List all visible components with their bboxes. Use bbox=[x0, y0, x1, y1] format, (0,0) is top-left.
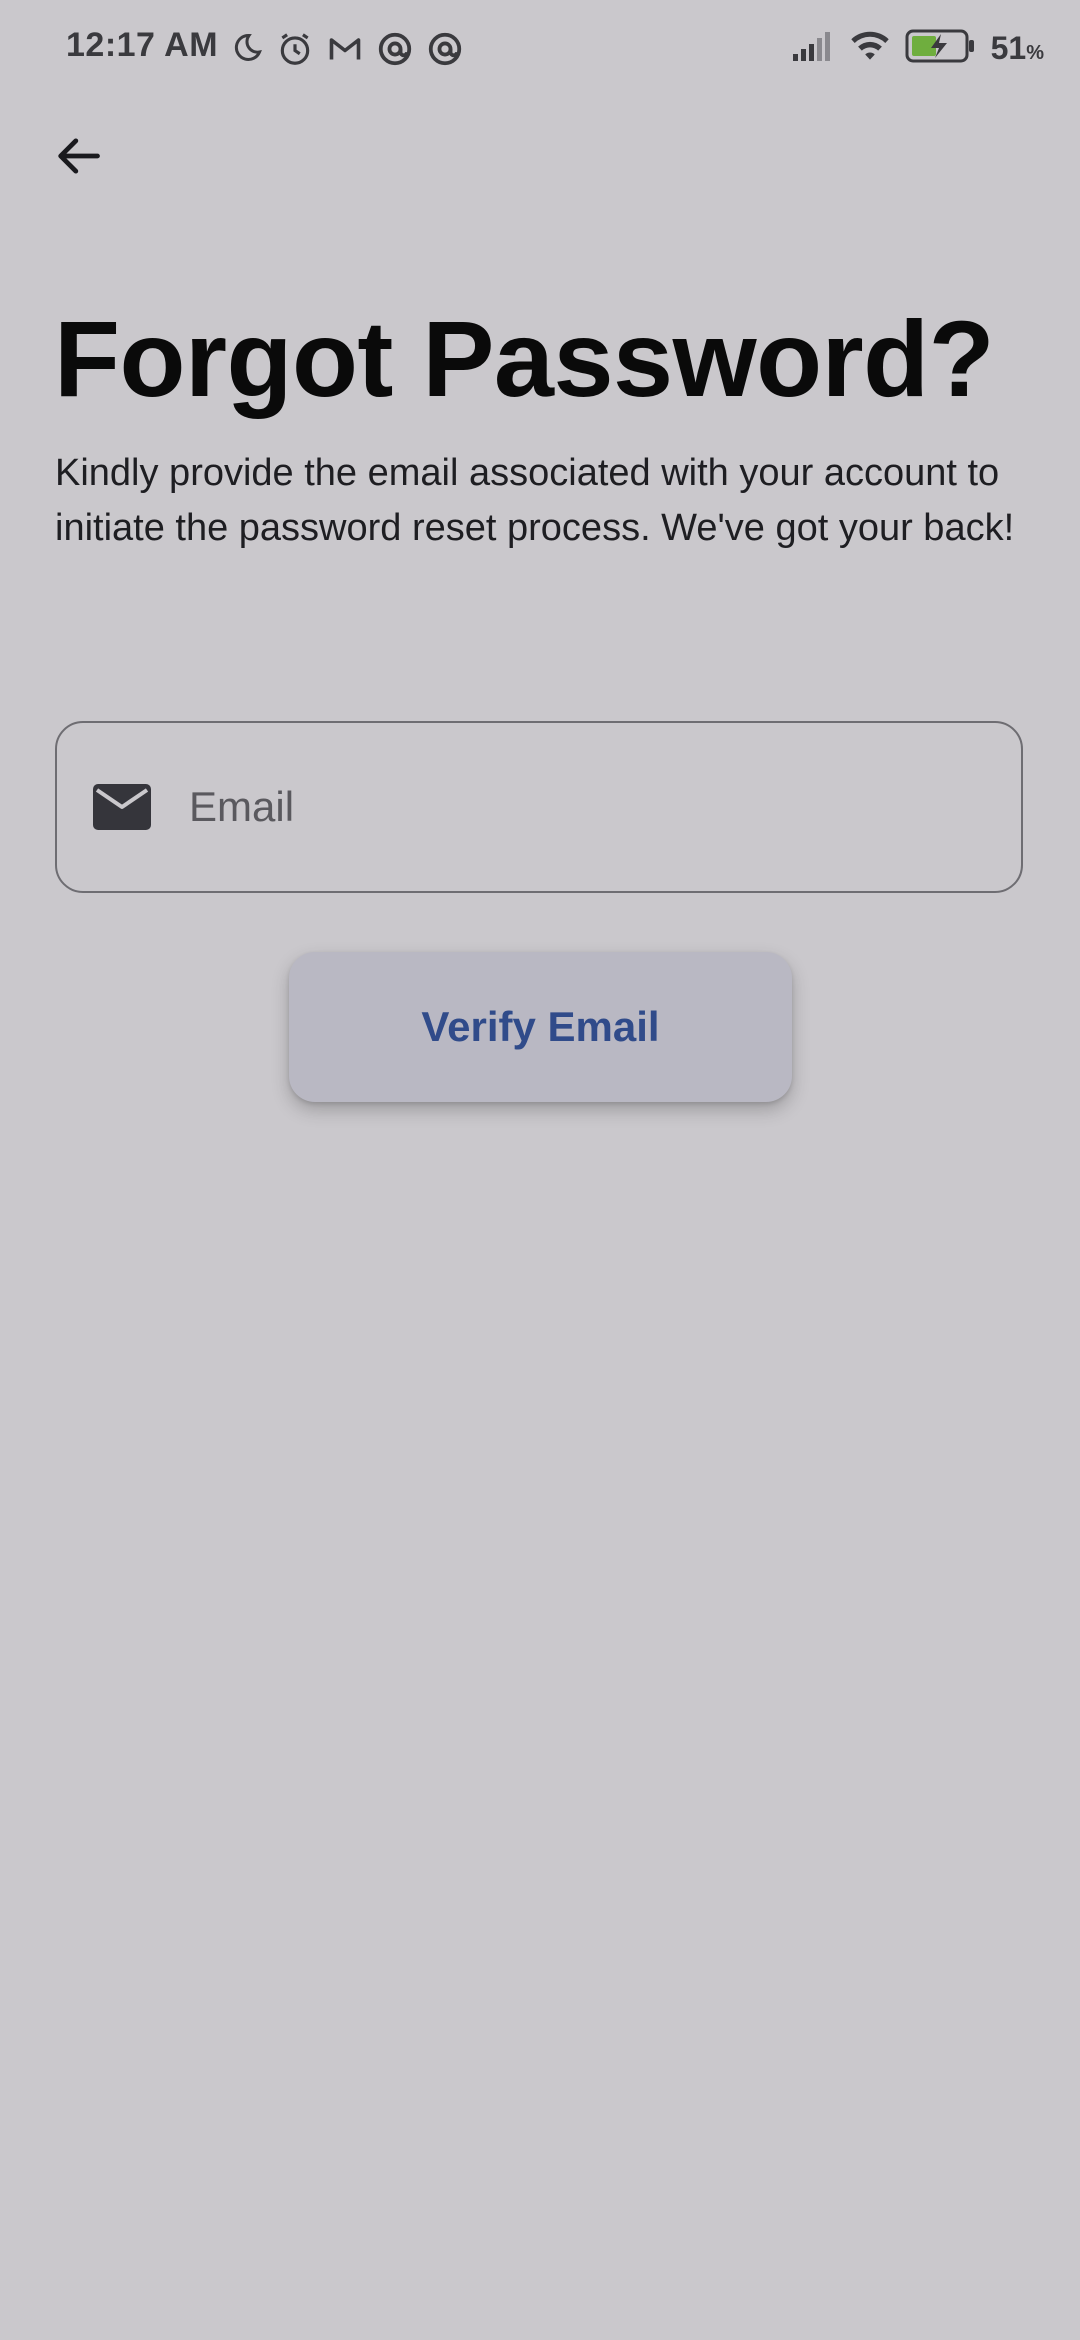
gmail-icon bbox=[326, 31, 364, 67]
battery-charging-icon bbox=[905, 28, 977, 69]
status-bar: 12:17 AM 51% bbox=[0, 0, 1080, 100]
wifi-icon bbox=[849, 29, 891, 68]
status-time: 12:17 AM bbox=[66, 26, 219, 64]
moon-icon bbox=[228, 31, 264, 67]
system-icons: 51% bbox=[791, 28, 1044, 69]
signal-icon bbox=[791, 30, 835, 67]
email-field[interactable] bbox=[55, 721, 1023, 893]
at-sign-icon bbox=[376, 30, 414, 68]
at-sign-icon bbox=[426, 30, 464, 68]
page-title: Forgot Password? bbox=[54, 298, 995, 419]
mail-icon bbox=[93, 783, 151, 831]
battery-level: 51% bbox=[990, 30, 1044, 66]
back-button[interactable] bbox=[46, 126, 110, 190]
email-input[interactable] bbox=[187, 722, 1021, 892]
notification-icons bbox=[228, 30, 464, 68]
arrow-left-icon[interactable] bbox=[52, 130, 104, 187]
verify-email-button[interactable]: Verify Email bbox=[289, 952, 792, 1102]
page-description: Kindly provide the email associated with… bbox=[55, 452, 1015, 549]
alarm-icon bbox=[276, 30, 314, 68]
